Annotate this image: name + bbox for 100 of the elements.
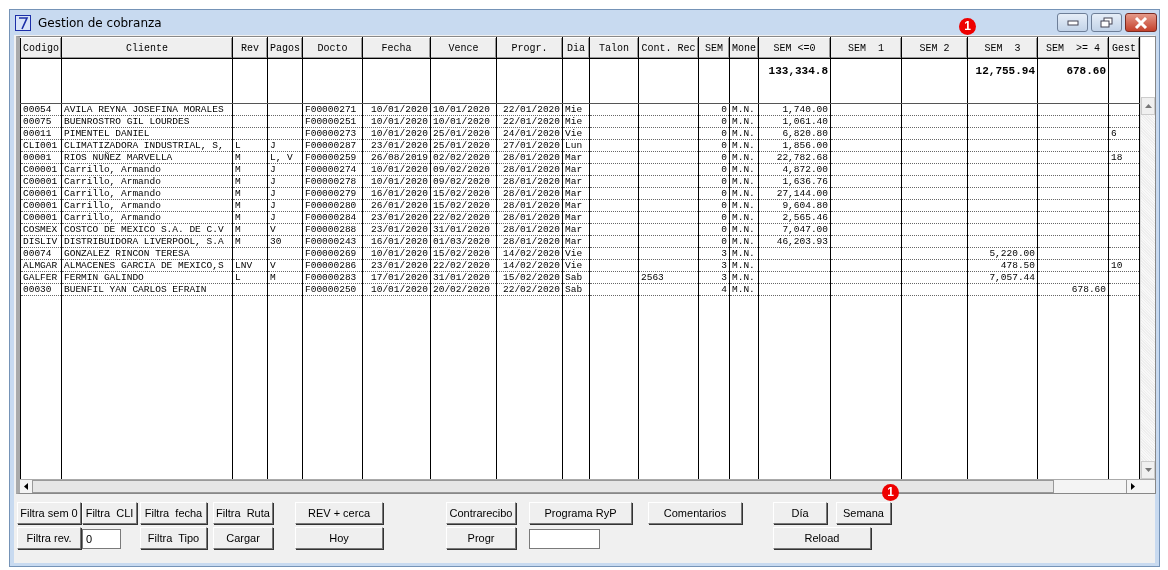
column-header[interactable]: Vence — [430, 37, 497, 59]
table-cell: 0 — [721, 128, 727, 139]
table-cell: M.N. — [732, 188, 755, 199]
table-cell: 46,203.93 — [776, 236, 828, 247]
table-cell: F00000271 — [305, 104, 357, 115]
table-cell: C00001 — [23, 212, 58, 223]
column-header[interactable]: Rev — [232, 37, 268, 59]
table-cell: F00000280 — [305, 200, 357, 211]
toolbar-button[interactable]: Contrarecibo — [446, 502, 516, 524]
toolbar-button[interactable]: Cargar — [213, 527, 273, 549]
table-cell: C00001 — [23, 164, 58, 175]
table-cell: 22/02/2020 — [503, 284, 560, 295]
vertical-scrollbar[interactable] — [1141, 97, 1155, 479]
table-cell: 17/01/2020 — [371, 272, 428, 283]
toolbar-button[interactable]: Semana — [836, 502, 891, 524]
table-cell: 3 — [721, 248, 727, 259]
column-header[interactable]: Mone — [729, 37, 759, 59]
table-cell: F00000287 — [305, 140, 357, 151]
table-cell: M.N. — [732, 128, 755, 139]
table-cell: 28/01/2020 — [503, 164, 560, 175]
toolbar-button[interactable]: Filtra CLI — [82, 502, 137, 524]
toolbar-button[interactable]: REV + cerca — [295, 502, 383, 524]
input-field[interactable]: 0 — [82, 528, 121, 549]
scroll-up-icon[interactable] — [1141, 97, 1155, 115]
table-cell: 30 — [270, 236, 282, 247]
column-header[interactable]: SEM 3 — [967, 37, 1038, 59]
table-cell: 3 — [721, 260, 727, 271]
restore-icon[interactable] — [1091, 13, 1122, 32]
table-cell: 00030 — [23, 284, 52, 295]
input-field[interactable] — [529, 528, 600, 549]
table-cell: Vie — [565, 128, 583, 139]
toolbar-button[interactable]: Reload — [773, 527, 871, 549]
column-header[interactable]: Pagos — [267, 37, 303, 59]
table-cell: 1,636.76 — [782, 176, 828, 187]
close-icon[interactable] — [1125, 13, 1157, 32]
table-cell: 0 — [721, 164, 727, 175]
table-cell: M — [235, 236, 241, 247]
table-cell: F00000278 — [305, 176, 357, 187]
column-header[interactable]: SEM 2 — [901, 37, 968, 59]
table-cell: F00000279 — [305, 188, 357, 199]
toolbar-button[interactable]: Hoy — [295, 527, 383, 549]
table-cell: 0 — [721, 176, 727, 187]
table-cell: 27,144.00 — [776, 188, 828, 199]
toolbar-button[interactable]: Día — [773, 502, 827, 524]
table-cell: 478.50 — [1000, 260, 1035, 271]
toolbar-button[interactable]: Programa RyP — [529, 502, 632, 524]
table-cell: M.N. — [732, 200, 755, 211]
table-cell: 0 — [721, 200, 727, 211]
table-cell: 02/02/2020 — [433, 152, 490, 163]
table-cell: 00075 — [23, 116, 52, 127]
toolbar-button[interactable]: Progr — [446, 527, 516, 549]
table-cell: F00000283 — [305, 272, 357, 283]
column-header[interactable]: Cont. Rec — [638, 37, 699, 59]
table-cell: 00011 — [23, 128, 52, 139]
toolbar-button[interactable]: Filtra Tipo — [140, 527, 207, 549]
table-cell: 23/01/2020 — [371, 212, 428, 223]
toolbar-button[interactable]: Filtra rev. — [17, 527, 81, 549]
table-cell: 00054 — [23, 104, 52, 115]
table-cell: F00000286 — [305, 260, 357, 271]
table-cell: 31/01/2020 — [433, 224, 490, 235]
column-header[interactable]: SEM — [698, 37, 730, 59]
toolbar-button[interactable]: Comentarios — [648, 502, 742, 524]
total-cell: 12,755.94 — [975, 65, 1035, 77]
column-header[interactable]: Cliente — [61, 37, 233, 59]
table-cell: 10/01/2020 — [371, 104, 428, 115]
table-cell: Mie — [565, 104, 583, 115]
column-header[interactable]: SEM >= 4 — [1037, 37, 1109, 59]
table-cell: M — [235, 152, 241, 163]
table-cell: 14/02/2020 — [503, 260, 560, 271]
table-cell: L — [235, 272, 241, 283]
table-cell: FERMIN GALINDO — [64, 272, 144, 283]
column-header[interactable]: Fecha — [362, 37, 431, 59]
column-header[interactable]: Codigo — [20, 37, 62, 59]
table-cell: DISTRIBUIDORA LIVERPOOL, S.A — [64, 236, 224, 247]
app-icon — [15, 14, 31, 31]
table-cell: Mar — [565, 176, 583, 187]
column-header[interactable]: SEM <=0 — [758, 37, 831, 59]
table-cell: 0 — [721, 140, 727, 151]
table-cell: 23/01/2020 — [371, 260, 428, 271]
table-cell: 0 — [721, 188, 727, 199]
table-cell: M — [235, 224, 241, 235]
table-cell: Carrillo, Armando — [64, 176, 161, 187]
table-cell: M — [235, 200, 241, 211]
toolbar-button[interactable]: Filtra fecha — [140, 502, 207, 524]
scroll-down-icon[interactable] — [1141, 461, 1155, 479]
toolbar-button[interactable]: Filtra Ruta — [213, 502, 273, 524]
toolbar-button[interactable]: Filtra sem 0 — [17, 502, 81, 524]
minimize-icon[interactable] — [1057, 13, 1088, 32]
column-header[interactable]: Dia — [562, 37, 590, 59]
total-cell: 133,334.8 — [768, 65, 828, 77]
table-cell: Mar — [565, 164, 583, 175]
table-cell: 9,604.80 — [782, 200, 828, 211]
column-header[interactable]: SEM 1 — [830, 37, 902, 59]
table-cell: M — [235, 188, 241, 199]
column-header[interactable]: Docto — [302, 37, 363, 59]
column-header[interactable]: Progr. — [496, 37, 563, 59]
table-cell: 10/01/2020 — [371, 248, 428, 259]
column-header[interactable]: Talon — [589, 37, 639, 59]
column-header[interactable]: Gest — [1108, 37, 1140, 59]
table-cell: COSTCO DE MEXICO S.A. DE C.V — [64, 224, 224, 235]
